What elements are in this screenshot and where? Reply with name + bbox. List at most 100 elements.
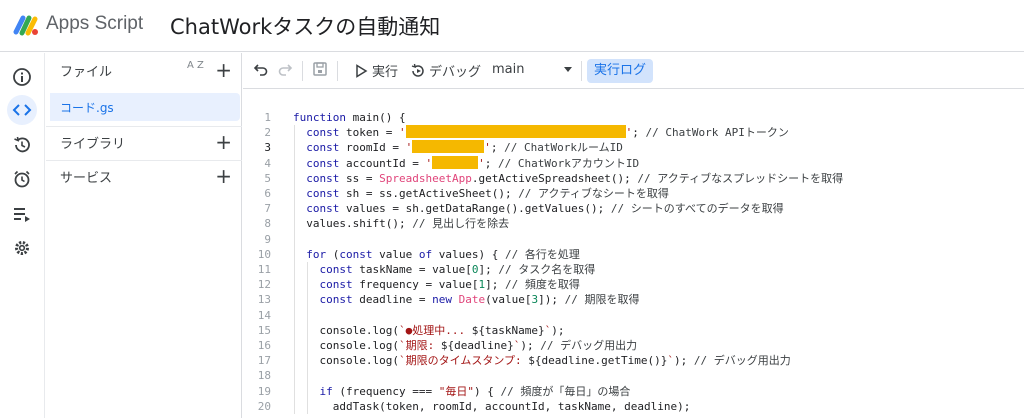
executions-icon[interactable]: [7, 199, 37, 229]
code-token: // 見出し行を除去: [412, 217, 510, 231]
code-token: ]);: [538, 293, 565, 307]
code-line[interactable]: 3 const roomId = ' '; // ChatWorkルームID: [243, 140, 1024, 155]
code-token: );: [520, 339, 541, 352]
line-number: 3: [264, 141, 271, 155]
code-line[interactable]: 11 const taskName = value[0]; // タスク名を取得: [243, 262, 1024, 277]
code-token: function: [293, 111, 353, 124]
code-text: if (frequency === "毎日") { // 頻度が「毎日」の場合: [293, 384, 631, 399]
code-token: const: [339, 247, 380, 261]
code-editor[interactable]: 1 function main() {2 const token = ' '; //…: [243, 90, 1024, 418]
redacted-value: [405, 125, 626, 139]
triggers-alarm-icon[interactable]: [7, 164, 37, 194]
undo-icon[interactable]: [253, 61, 269, 77]
sort-az-icon[interactable]: A Z: [187, 61, 207, 79]
code-line[interactable]: 20 addTask(token, roomId, accountId, tas…: [243, 399, 1024, 414]
apps-script-logo-icon[interactable]: [13, 12, 39, 38]
libraries-row[interactable]: ライブラリ +: [46, 127, 242, 157]
code-token: ': [478, 156, 485, 170]
code-line[interactable]: 18: [243, 368, 1024, 383]
code-token: ': [425, 156, 433, 170]
code-token: console.log(: [293, 339, 399, 352]
code-token: // ChatWorkアカウントID: [497, 156, 640, 170]
add-library-plus-icon[interactable]: +: [215, 132, 232, 152]
code-text: values.shift(); // 見出し行を除去: [293, 216, 509, 231]
code-token: Date: [458, 293, 486, 307]
code-token: ;: [632, 126, 646, 140]
code-token: addTask(token, roomId, accountId, taskNa…: [293, 399, 691, 413]
code-line[interactable]: 9: [243, 232, 1024, 247]
code-line[interactable]: 10 for (const value of values) { // 各行を処…: [243, 247, 1024, 262]
debug-button[interactable]: デバッグ: [410, 61, 481, 80]
line-number: 19: [257, 384, 271, 398]
code-token: ${deadline.getTime()}: [528, 354, 668, 368]
code-line[interactable]: 16 console.log(`期限: ${deadline}`); // デバ…: [243, 338, 1024, 353]
add-file-plus-icon[interactable]: +: [215, 60, 232, 80]
code-text: const ss = SpreadsheetApp.getActiveSprea…: [293, 171, 843, 186]
project-title[interactable]: ChatWorkタスクの自動通知: [170, 11, 440, 41]
code-token: ss =: [346, 171, 380, 185]
file-item-code-gs[interactable]: コード.gs: [50, 93, 240, 121]
history-icon[interactable]: [7, 130, 37, 160]
code-text: console.log(`期限: ${deadline}`); // デバッグ用…: [293, 338, 637, 353]
code-text: console.log(`●処理中... ${taskName}`);: [293, 323, 564, 338]
code-token: const: [306, 171, 346, 185]
code-text: for (const value of values) { // 各行を処理: [293, 247, 580, 262]
code-line[interactable]: 8 values.shift(); // 見出し行を除去: [243, 216, 1024, 231]
code-line[interactable]: 14: [243, 308, 1024, 323]
run-button[interactable]: 実行: [353, 61, 398, 80]
editor-icon[interactable]: [7, 95, 37, 125]
code-text: function main() {: [293, 110, 406, 125]
line-number: 11: [257, 263, 271, 276]
debug-label: デバッグ: [429, 65, 482, 80]
code-token: (frequency ===: [339, 384, 439, 398]
add-service-plus-icon[interactable]: +: [215, 166, 232, 186]
code-line[interactable]: 12 const frequency = value[1]; // 頻度を取得: [243, 277, 1024, 292]
code-line[interactable]: 6 const sh = ss.getActiveSheet(); // アクテ…: [243, 186, 1024, 201]
line-number: 2: [264, 126, 271, 140]
code-token: frequency = value[: [359, 278, 479, 292]
code-token: SpreadsheetApp: [379, 171, 472, 185]
code-line[interactable]: 1 function main() {: [243, 110, 1024, 125]
code-line[interactable]: 19 if (frequency === "毎日") { // 頻度が「毎日」の…: [243, 384, 1024, 399]
function-select[interactable]: main: [492, 61, 576, 77]
services-label: サービス: [60, 170, 113, 186]
code-token: `●処理中...: [398, 323, 472, 337]
execution-log-button[interactable]: 実行ログ: [587, 59, 654, 83]
code-token: deadline =: [359, 293, 433, 307]
line-number: 12: [257, 278, 271, 292]
code-token: // デバッグ用出力: [693, 354, 791, 368]
code-text: const sh = ss.getActiveSheet(); // アクティブ…: [293, 186, 669, 201]
code-token: const: [306, 202, 346, 216]
code-token: `期限のタイムスタンプ:: [398, 354, 529, 368]
code-token: values.shift();: [293, 217, 413, 231]
editor-toolbar: 実行 デバッグ main 実行ログ: [243, 53, 1024, 89]
code-token: if: [319, 384, 340, 398]
line-number: 5: [264, 171, 271, 185]
code-token: ': [398, 126, 406, 140]
indent-guide: [307, 262, 308, 414]
settings-gear-icon[interactable]: [7, 233, 37, 263]
code-line[interactable]: 15 console.log(`●処理中... ${taskName}`);: [243, 323, 1024, 338]
overview-icon[interactable]: [7, 62, 37, 92]
code-token: ${deadline}: [440, 339, 514, 352]
code-token: // アクティブなシートを取得: [518, 187, 669, 200]
left-rail: [0, 53, 45, 418]
code-token: );: [674, 354, 694, 368]
code-line[interactable]: 7 const values = sh.getDataRange().getVa…: [243, 201, 1024, 216]
code-line[interactable]: 13 const deadline = new Date(value[3]); …: [243, 292, 1024, 307]
redo-icon[interactable]: [277, 61, 293, 77]
libraries-label: ライブラリ: [60, 136, 126, 152]
save-icon[interactable]: [312, 61, 328, 77]
code-line[interactable]: 17 console.log(`期限のタイムスタンプ: ${deadline.g…: [243, 353, 1024, 368]
code-text: console.log(`期限のタイムスタンプ: ${deadline.getT…: [293, 353, 791, 368]
services-row[interactable]: サービス +: [46, 161, 242, 191]
code-line[interactable]: 2 const token = ' '; // ChatWork APIトークン: [243, 125, 1024, 140]
code-token: // アクティブなスプレッドシートを取得: [637, 171, 844, 185]
code-token: const: [306, 141, 346, 155]
line-number: 20: [257, 399, 271, 413]
code-token: of: [418, 247, 439, 261]
indent-guide: [294, 125, 295, 414]
code-line[interactable]: 5 const ss = SpreadsheetApp.getActiveSpr…: [243, 171, 1024, 186]
code-line[interactable]: 4 const accountId = ' '; // ChatWorkアカウント…: [243, 155, 1024, 171]
files-label: ファイル: [60, 64, 113, 80]
